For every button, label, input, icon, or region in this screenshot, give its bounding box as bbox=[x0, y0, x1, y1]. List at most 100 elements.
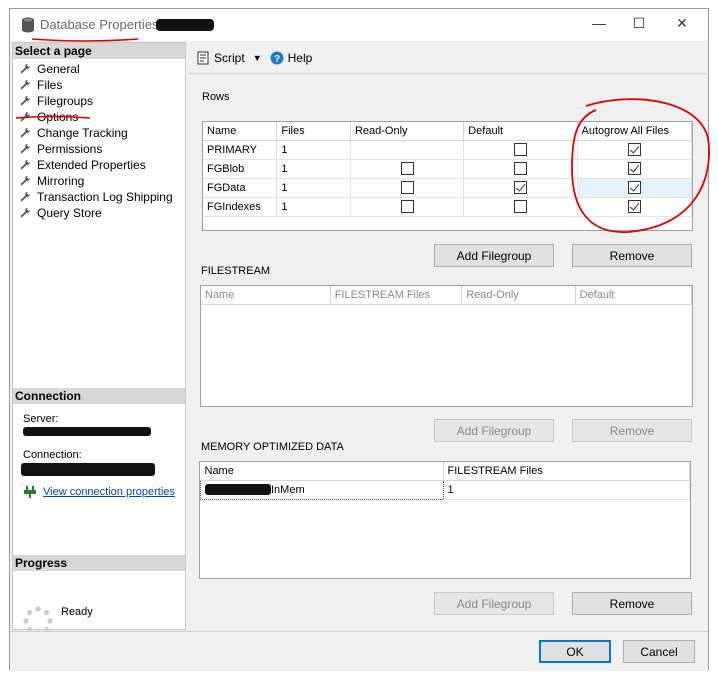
page-item-label: General bbox=[37, 62, 80, 76]
table-row[interactable]: PRIMARY 1 bbox=[203, 140, 693, 160]
page-item-query-store[interactable]: Query Store bbox=[19, 205, 173, 221]
wrench-icon bbox=[20, 207, 31, 218]
view-connection-properties-link[interactable]: View connection properties bbox=[43, 486, 175, 498]
memory-column-header[interactable]: Name bbox=[200, 462, 444, 481]
rows-column-header[interactable]: Read-Only bbox=[350, 122, 465, 141]
help-label: Help bbox=[287, 51, 313, 65]
page-item-label: Mirroring bbox=[37, 174, 85, 188]
rows-column-header[interactable]: Files bbox=[276, 122, 351, 141]
rows-column-header[interactable]: Default bbox=[463, 122, 578, 141]
page-item-label: Extended Properties bbox=[37, 158, 146, 172]
page-item-label: Filegroups bbox=[37, 94, 94, 108]
page-item-label: Query Store bbox=[37, 206, 102, 220]
close-button[interactable]: ✕ bbox=[672, 15, 692, 35]
table-row[interactable]: FGBlob 1 bbox=[203, 159, 693, 179]
row-autogrow-checkbox[interactable] bbox=[627, 181, 641, 194]
row-autogrow-checkbox[interactable] bbox=[627, 162, 641, 175]
row-files: 1 bbox=[276, 159, 351, 179]
rows-add-filegroup-button[interactable]: Add Filegroup bbox=[434, 244, 554, 267]
row-read-only-checkbox[interactable] bbox=[400, 162, 414, 175]
wrench-icon bbox=[20, 159, 31, 170]
page-list: General Files Filegroups Options Change Trac… bbox=[19, 61, 173, 221]
filestream-column-header[interactable]: Read-Only bbox=[461, 286, 576, 305]
row-default-checkbox[interactable] bbox=[513, 181, 527, 194]
row-autogrow-cell bbox=[577, 159, 693, 179]
memory-remove-button[interactable]: Remove bbox=[572, 592, 692, 615]
row-read-only-checkbox[interactable] bbox=[400, 181, 414, 194]
server-label: Server: bbox=[23, 413, 59, 425]
page-item-files[interactable]: Files bbox=[19, 77, 173, 93]
filestream-grid[interactable]: Name FILESTREAM Files Read-Only Default bbox=[200, 285, 693, 407]
select-page-header: Select a page bbox=[13, 43, 185, 59]
row-autogrow-cell bbox=[577, 140, 693, 160]
filestream-column-header[interactable]: FILESTREAM Files bbox=[330, 286, 463, 305]
row-read-only-cell bbox=[350, 197, 465, 217]
page-item-general[interactable]: General bbox=[19, 61, 173, 77]
page-item-permissions[interactable]: Permissions bbox=[19, 141, 173, 157]
table-row[interactable]: FGData 1 bbox=[203, 178, 693, 198]
filestream-column-header[interactable]: Default bbox=[575, 286, 693, 305]
row-read-only-checkbox[interactable] bbox=[400, 200, 414, 213]
filestream-label: FILESTREAM bbox=[201, 265, 271, 277]
rows-column-header[interactable]: Name bbox=[203, 122, 278, 141]
wrench-icon bbox=[20, 191, 31, 202]
row-default-cell bbox=[463, 178, 578, 198]
filestream-remove-button[interactable]: Remove bbox=[572, 419, 692, 442]
rows-column-header[interactable]: Autogrow All Files bbox=[577, 122, 693, 141]
memory-column-header[interactable]: FILESTREAM Files bbox=[443, 462, 690, 481]
database-properties-window: Database Properties - — ☐ ✕ Select a pag… bbox=[9, 8, 709, 671]
page-item-transaction-log-shipping[interactable]: Transaction Log Shipping bbox=[19, 189, 173, 205]
script-dropdown-icon[interactable]: ▼ bbox=[253, 53, 262, 63]
connection-properties-icon bbox=[24, 486, 36, 498]
memory-add-filegroup-button[interactable]: Add Filegroup bbox=[434, 592, 554, 615]
row-name: FGData bbox=[203, 178, 278, 198]
help-button[interactable]: ? Help bbox=[270, 51, 313, 65]
row-read-only-cell bbox=[350, 140, 465, 160]
cancel-button[interactable]: Cancel bbox=[623, 640, 695, 663]
dialog-footer: OK Cancel bbox=[10, 631, 708, 671]
redacted-server bbox=[23, 427, 151, 436]
row-default-checkbox[interactable] bbox=[513, 162, 527, 175]
page-item-change-tracking[interactable]: Change Tracking bbox=[19, 125, 173, 141]
connection-header: Connection bbox=[13, 388, 185, 404]
progress-header: Progress bbox=[13, 555, 185, 571]
script-button[interactable]: Script ▼ bbox=[196, 51, 262, 65]
row-read-only-cell bbox=[350, 178, 465, 198]
database-icon bbox=[22, 17, 34, 33]
annotation-underline-filegroups bbox=[15, 115, 91, 119]
row-default-checkbox[interactable] bbox=[513, 143, 527, 156]
rows-remove-button[interactable]: Remove bbox=[572, 244, 692, 267]
row-files: 1 bbox=[276, 178, 351, 198]
row-default-cell bbox=[463, 140, 578, 160]
redacted-connection bbox=[21, 463, 155, 476]
toolbar-divider bbox=[188, 73, 706, 74]
wrench-icon bbox=[20, 143, 31, 154]
rows-grid[interactable]: Name Files Read-Only Default Autogrow All Fi… bbox=[202, 121, 693, 231]
filegroups-panel: Rows Name Files Read-Only Default Autogrow A… bbox=[188, 75, 706, 631]
table-row[interactable]: InMem 1 bbox=[200, 479, 690, 500]
maximize-button[interactable]: ☐ bbox=[629, 15, 649, 35]
script-icon bbox=[197, 51, 209, 65]
page-item-label: Change Tracking bbox=[37, 126, 128, 140]
left-panel: Select a page General Files Filegroups Opti… bbox=[12, 42, 186, 636]
row-autogrow-cell bbox=[577, 197, 693, 217]
title-bar: Database Properties - — ☐ ✕ bbox=[10, 9, 708, 42]
table-row[interactable]: FGIndexes 1 bbox=[203, 197, 693, 217]
row-name: FGIndexes bbox=[203, 197, 278, 217]
wrench-icon bbox=[20, 63, 31, 74]
memory-row-name[interactable]: InMem bbox=[200, 479, 444, 500]
row-autogrow-checkbox[interactable] bbox=[627, 143, 641, 156]
page-item-filegroups[interactable]: Filegroups bbox=[19, 93, 173, 109]
filestream-add-filegroup-button[interactable]: Add Filegroup bbox=[434, 419, 554, 442]
filestream-column-header[interactable]: Name bbox=[201, 286, 331, 305]
memory-optimized-label: MEMORY OPTIMIZED DATA bbox=[201, 441, 344, 453]
row-default-cell bbox=[463, 159, 578, 179]
page-item-mirroring[interactable]: Mirroring bbox=[19, 173, 173, 189]
ok-button[interactable]: OK bbox=[539, 640, 611, 663]
page-item-extended-properties[interactable]: Extended Properties bbox=[19, 157, 173, 173]
memory-optimized-grid[interactable]: Name FILESTREAM Files InMem 1 bbox=[199, 461, 691, 579]
minimize-button[interactable]: — bbox=[589, 15, 609, 35]
row-autogrow-checkbox[interactable] bbox=[627, 200, 641, 213]
row-default-checkbox[interactable] bbox=[513, 200, 527, 213]
progress-status: Ready bbox=[61, 606, 93, 618]
